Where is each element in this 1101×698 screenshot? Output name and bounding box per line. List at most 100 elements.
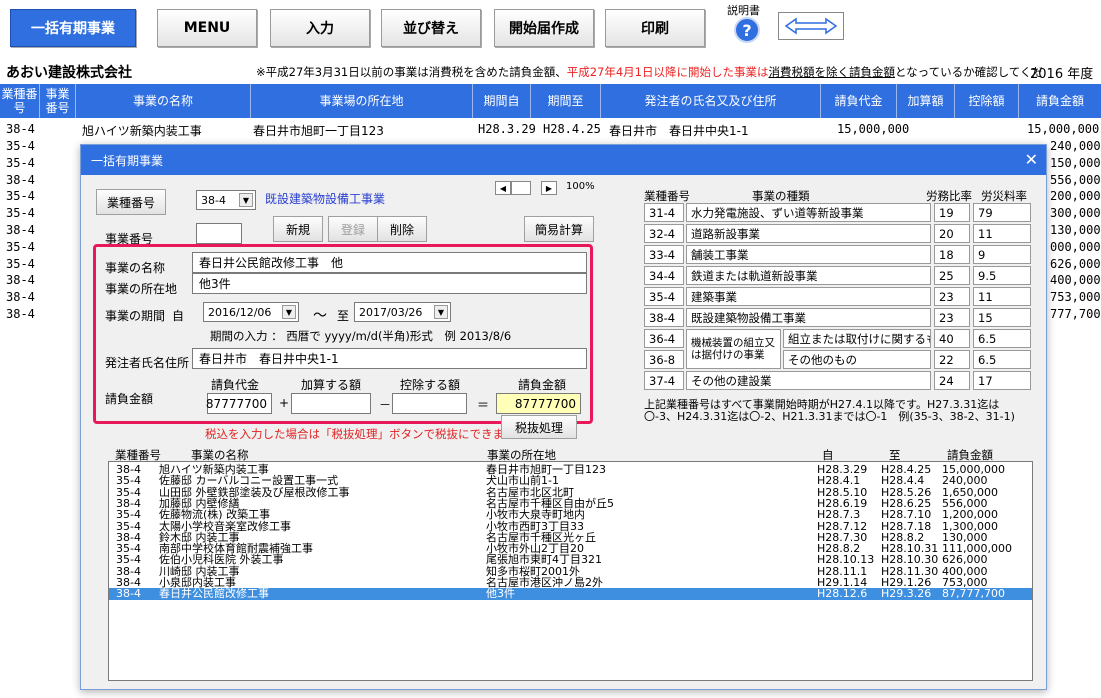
table-row[interactable]: 38-4 旭ハイツ新築内装工事 春日井市旭町一丁目123 H28.3.29 H2…: [0, 122, 1101, 138]
ref-header-ratio: 労務比率: [926, 189, 972, 203]
project-list[interactable]: 38-4 旭ハイツ新築内装工事 春日井市旭町一丁目123 H28.3.29 H28.4.…: [108, 461, 1033, 681]
zoom-track[interactable]: [511, 181, 531, 195]
reference-row[interactable]: 34-4 鉄道または軌道新設事業 25 9.5: [644, 266, 1031, 287]
close-icon[interactable]: ✕: [1025, 150, 1038, 169]
row-amount: 200,000: [1050, 189, 1101, 204]
col-deduct[interactable]: 控除額: [955, 84, 1019, 118]
ref-note-line2: 〇-3、H24.3.31迄は〇-2、H21.3.31までは〇-1 例(35-3、…: [644, 410, 1015, 423]
row-gyoshu: 35-4: [6, 239, 35, 254]
reference-row[interactable]: 36-8 その他のもの 22 6.5: [644, 350, 1031, 371]
tax-exclude-button[interactable]: 税抜処理: [501, 415, 577, 439]
ref-sub: その他のもの: [783, 350, 931, 369]
reference-row[interactable]: 33-4 舗装工事業 18 9: [644, 245, 1031, 266]
chevron-down-icon[interactable]: ▼: [239, 193, 253, 207]
deduct-input[interactable]: [392, 393, 467, 414]
help-icon[interactable]: ?: [734, 17, 760, 43]
tilde: ～: [313, 308, 327, 324]
row-gyoshu: 35-4: [6, 206, 35, 221]
ref-rate: 6.5: [973, 329, 1031, 348]
ref-ratio: 23: [934, 287, 970, 306]
ref-type: 鉄道または軌道新設事業: [686, 266, 931, 285]
ref-ratio: 20: [934, 224, 970, 243]
ref-rate: 17: [973, 371, 1031, 390]
delete-button[interactable]: 削除: [377, 216, 427, 242]
toolbar-button-menu[interactable]: MENU: [157, 9, 257, 47]
contract-input[interactable]: 87777700: [206, 393, 272, 414]
new-button[interactable]: 新規: [273, 216, 323, 242]
chevron-down-icon[interactable]: ▼: [282, 305, 296, 319]
row-gyoshu: 38-4: [6, 307, 35, 321]
ref-code: 34-4: [644, 266, 684, 285]
add-input[interactable]: [291, 393, 371, 414]
col-client[interactable]: 発注者の氏名又及び住所: [601, 84, 821, 118]
col-gyoshu[interactable]: 業種番号: [0, 84, 40, 118]
toolbar-button-start-report[interactable]: 開始届作成: [494, 9, 594, 47]
chevron-down-icon[interactable]: ▼: [434, 305, 448, 319]
simple-calc-button[interactable]: 簡易計算: [524, 216, 594, 242]
jigyo-input[interactable]: [196, 223, 242, 244]
company-name: あおい建設株式会社: [6, 65, 132, 81]
reference-row[interactable]: 38-4 既設建築物設備工事業 23 15: [644, 308, 1031, 329]
col-jigyo[interactable]: 事業番号: [40, 84, 76, 118]
scroll-right-icon[interactable]: ▶: [541, 181, 557, 195]
client-input[interactable]: 春日井市 春日井中央1-1: [192, 348, 587, 369]
list-location: 小牧市大泉寺町地内: [486, 508, 585, 522]
ref-rate: 6.5: [973, 350, 1031, 369]
reference-row[interactable]: 37-4 その他の建設業 24 17: [644, 371, 1031, 392]
ref-type: 道路新設事業: [686, 224, 931, 243]
ref-type: 既設建築物設備工事業: [686, 308, 931, 327]
from-label: 自: [172, 309, 185, 323]
col-amount[interactable]: 請負金額: [1019, 84, 1101, 118]
total-input[interactable]: 87777700: [496, 393, 581, 414]
period-label: 事業の期間: [105, 309, 166, 323]
reference-row[interactable]: 32-4 道路新設事業 20 11: [644, 224, 1031, 245]
ref-rate: 11: [973, 287, 1031, 306]
to-date-select[interactable]: 2017/03/26 ▼: [354, 302, 451, 322]
col-from[interactable]: 期間自: [473, 84, 531, 118]
double-arrow-icon[interactable]: [778, 12, 844, 40]
name-input[interactable]: 春日井公民館改修工事 他: [192, 252, 587, 273]
gyoshu-select[interactable]: 38-4 ▼: [196, 190, 256, 210]
list-from: H28.7.3: [817, 508, 861, 522]
toolbar-button-input[interactable]: 入力: [270, 9, 370, 47]
dialog-title: 一括有期事業: [91, 153, 164, 168]
reference-row[interactable]: 35-4 建築事業 23 11: [644, 287, 1031, 308]
ref-ratio: 23: [934, 308, 970, 327]
ref-type: 水力発電施設、ずい道等新設事業: [686, 203, 931, 222]
col-add[interactable]: 加算額: [897, 84, 955, 118]
add-label: 加算する額: [301, 378, 362, 392]
row-amount: 130,000: [1050, 223, 1101, 237]
fiscal-year: 2016 年度: [1030, 67, 1094, 82]
list-item[interactable]: 35-4 佐藤物流(株) 改築工事 小牧市大泉寺町地内 H28.7.3 H28.7.10…: [109, 509, 1032, 521]
ref-ratio: 25: [934, 266, 970, 285]
row-gyoshu: 38-4: [6, 290, 35, 305]
register-button[interactable]: 登録: [328, 216, 378, 242]
row-amount: 556,000: [1050, 172, 1101, 187]
list-code: 35-4: [116, 508, 141, 522]
col-to[interactable]: 期間至: [531, 84, 601, 118]
list-location: 他3件: [486, 587, 515, 601]
list-item[interactable]: 38-4 春日井公民館改修工事 他3件 H28.12.6 H29.3.26 87,777,…: [109, 588, 1032, 600]
row-gyoshu: 35-4: [6, 189, 35, 204]
from-date-select[interactable]: 2016/12/06 ▼: [203, 302, 299, 322]
zoom-level: 100%: [566, 181, 595, 192]
location-input[interactable]: 他3件: [192, 273, 587, 294]
scroll-left-icon[interactable]: ◀: [495, 181, 511, 195]
toolbar-button-print[interactable]: 印刷: [605, 9, 705, 47]
client-label: 発注者氏名住所: [105, 356, 190, 370]
toolbar-button-ikkatsu[interactable]: 一括有期事業: [10, 9, 136, 47]
gyoshu-button[interactable]: 業種番号: [96, 189, 166, 215]
list-from: H28.12.6: [817, 587, 868, 601]
ref-type: 舗装工事業: [686, 245, 931, 264]
period-hint: 期間の入力 ： 西暦で yyyy/m/d(半角)形式 例 2013/8/6: [210, 329, 512, 343]
col-location[interactable]: 事業場の所在地: [251, 84, 473, 118]
col-contract[interactable]: 請負代金: [821, 84, 897, 118]
ref-ratio: 40: [934, 329, 970, 348]
ref-code: 32-4: [644, 224, 684, 243]
ref-code: 36-4: [644, 329, 684, 348]
reference-row[interactable]: 31-4 水力発電施設、ずい道等新設事業 19 79: [644, 203, 1031, 224]
reference-row[interactable]: 36-4機械装置の組立又は据付けの事業組立または取付けに関するもの406.5: [644, 329, 1031, 369]
row-gyoshu: 35-4: [6, 139, 35, 153]
toolbar-button-sort[interactable]: 並び替え: [381, 9, 481, 47]
col-name[interactable]: 事業の名称: [76, 84, 251, 118]
